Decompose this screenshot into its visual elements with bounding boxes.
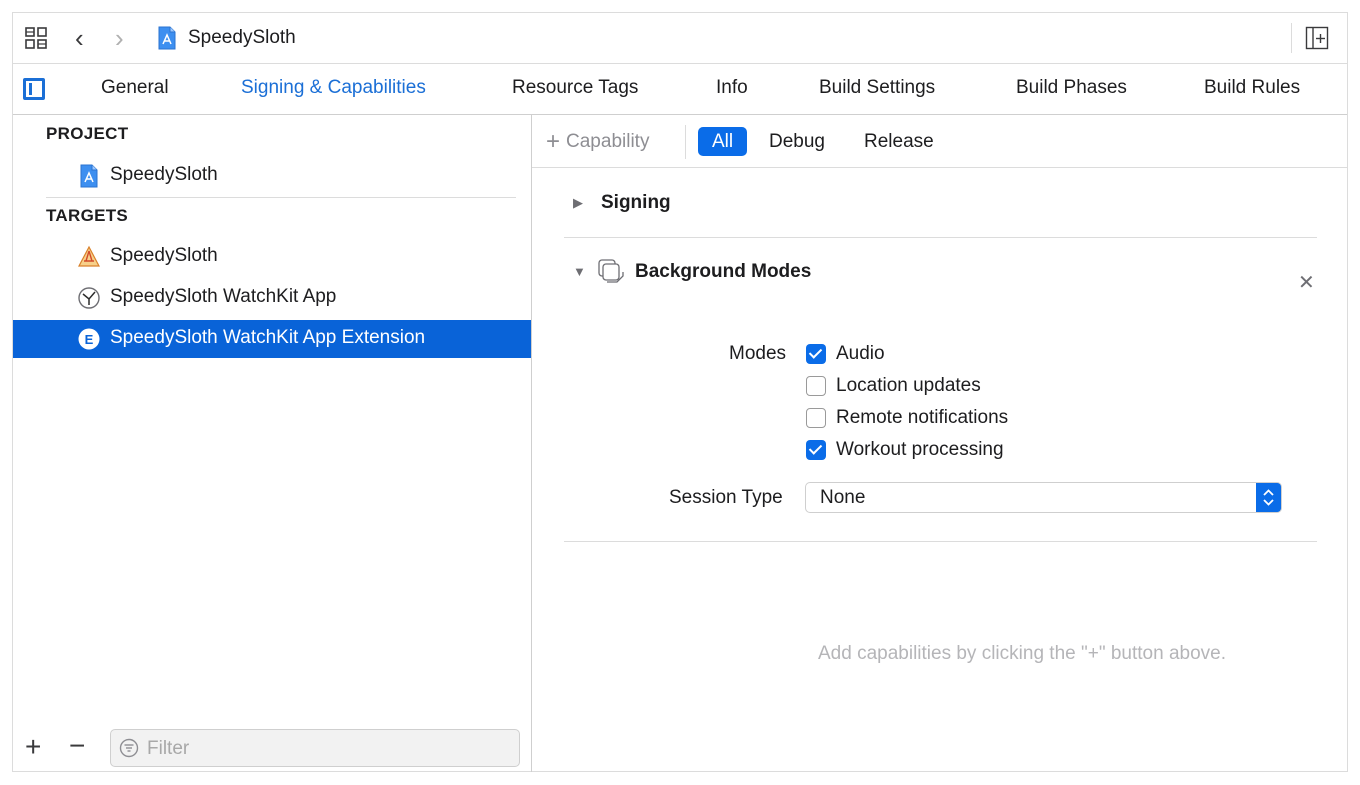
session-type-value: None <box>820 487 866 508</box>
jump-bar: ‹ › SpeedySloth <box>13 13 1347 64</box>
remove-capability-close-icon[interactable]: ✕ <box>1298 270 1315 295</box>
tab-build-rules[interactable]: Build Rules <box>1204 77 1300 99</box>
target-item-watchkit-extension[interactable]: E SpeedySloth WatchKit App Extension <box>13 320 531 358</box>
checkbox-unchecked-icon[interactable] <box>806 408 826 428</box>
remove-target-button[interactable]: − <box>69 732 85 760</box>
background-modes-disclosure-triangle-icon[interactable]: ▼ <box>573 264 586 279</box>
svg-text:E: E <box>85 332 94 347</box>
add-capability-button[interactable]: + Capability <box>546 128 649 156</box>
background-modes-icon <box>598 259 624 283</box>
project-target-list: PROJECT SpeedySloth TARGETS SpeedySloth … <box>13 115 532 772</box>
tab-build-settings[interactable]: Build Settings <box>819 77 935 99</box>
filter-field[interactable] <box>110 729 520 767</box>
capability-toolbar: + Capability All Debug Release <box>532 115 1347 168</box>
tab-general[interactable]: General <box>101 77 169 99</box>
add-target-button[interactable]: + <box>25 733 41 761</box>
capabilities-editor: + Capability All Debug Release ▶ Signing … <box>532 115 1347 772</box>
watchkit-app-icon <box>78 287 100 309</box>
signing-section-title[interactable]: Signing <box>601 192 671 214</box>
target-item-label: SpeedySloth WatchKit App <box>110 286 337 307</box>
target-item-label: SpeedySloth WatchKit App Extension <box>110 327 426 348</box>
xcode-editor-window: ‹ › SpeedySloth General Signing & Capabi… <box>12 12 1348 772</box>
sidebar-toggle-icon[interactable] <box>23 78 45 100</box>
mode-label: Remote notifications <box>836 407 1009 428</box>
session-type-select[interactable]: None <box>805 482 1282 513</box>
tab-build-phases[interactable]: Build Phases <box>1016 77 1127 99</box>
tab-info[interactable]: Info <box>716 77 748 99</box>
app-target-icon <box>78 245 100 267</box>
project-file-icon <box>158 26 176 50</box>
filter-input[interactable] <box>147 738 507 760</box>
checkbox-unchecked-icon[interactable] <box>806 376 826 396</box>
tab-signing-capabilities[interactable]: Signing & Capabilities <box>241 77 426 99</box>
segment-release[interactable]: Release <box>864 127 934 156</box>
related-items-grid-icon[interactable] <box>25 27 47 49</box>
toolbar-divider <box>685 125 686 159</box>
add-capability-label: Capability <box>566 131 650 152</box>
project-section-header: PROJECT <box>46 124 129 143</box>
modes-label: Modes <box>729 343 787 364</box>
back-chevron-icon[interactable]: ‹ <box>75 25 84 51</box>
toolbar-divider <box>1291 23 1292 53</box>
tab-resource-tags[interactable]: Resource Tags <box>512 77 638 99</box>
project-item-label: SpeedySloth <box>110 164 218 185</box>
segment-all[interactable]: All <box>698 127 747 156</box>
section-divider <box>564 237 1317 238</box>
mode-label: Workout processing <box>836 439 1004 460</box>
signing-disclosure-triangle-icon[interactable]: ▶ <box>573 195 583 211</box>
forward-chevron-icon[interactable]: › <box>115 25 124 51</box>
plus-icon: + <box>546 128 561 155</box>
add-editor-icon[interactable] <box>1305 26 1329 50</box>
background-modes-section-title[interactable]: Background Modes <box>635 261 811 283</box>
section-divider <box>46 197 516 198</box>
targets-section-header: TARGETS <box>46 206 129 225</box>
checkbox-checked-icon[interactable] <box>806 344 826 364</box>
section-divider <box>564 541 1317 542</box>
filter-icon <box>119 738 139 758</box>
mode-label: Audio <box>836 343 885 364</box>
editor-tab-bar: General Signing & Capabilities Resource … <box>13 64 1347 115</box>
add-capabilities-hint: Add capabilities by clicking the "+" but… <box>818 643 1226 664</box>
breadcrumb-title[interactable]: SpeedySloth <box>188 27 296 49</box>
target-item-watchkit-app[interactable]: SpeedySloth WatchKit App <box>13 279 531 317</box>
segment-debug[interactable]: Debug <box>769 127 825 156</box>
project-file-icon <box>80 164 98 188</box>
select-updown-chevron-icon <box>1256 483 1281 512</box>
session-type-label: Session Type <box>669 487 783 508</box>
target-item-speedysloth[interactable]: SpeedySloth <box>13 238 531 276</box>
extension-icon: E <box>78 328 100 350</box>
mode-label: Location updates <box>836 375 981 396</box>
checkbox-checked-icon[interactable] <box>806 440 826 460</box>
target-item-label: SpeedySloth <box>110 245 218 266</box>
project-item[interactable]: SpeedySloth <box>13 157 531 195</box>
